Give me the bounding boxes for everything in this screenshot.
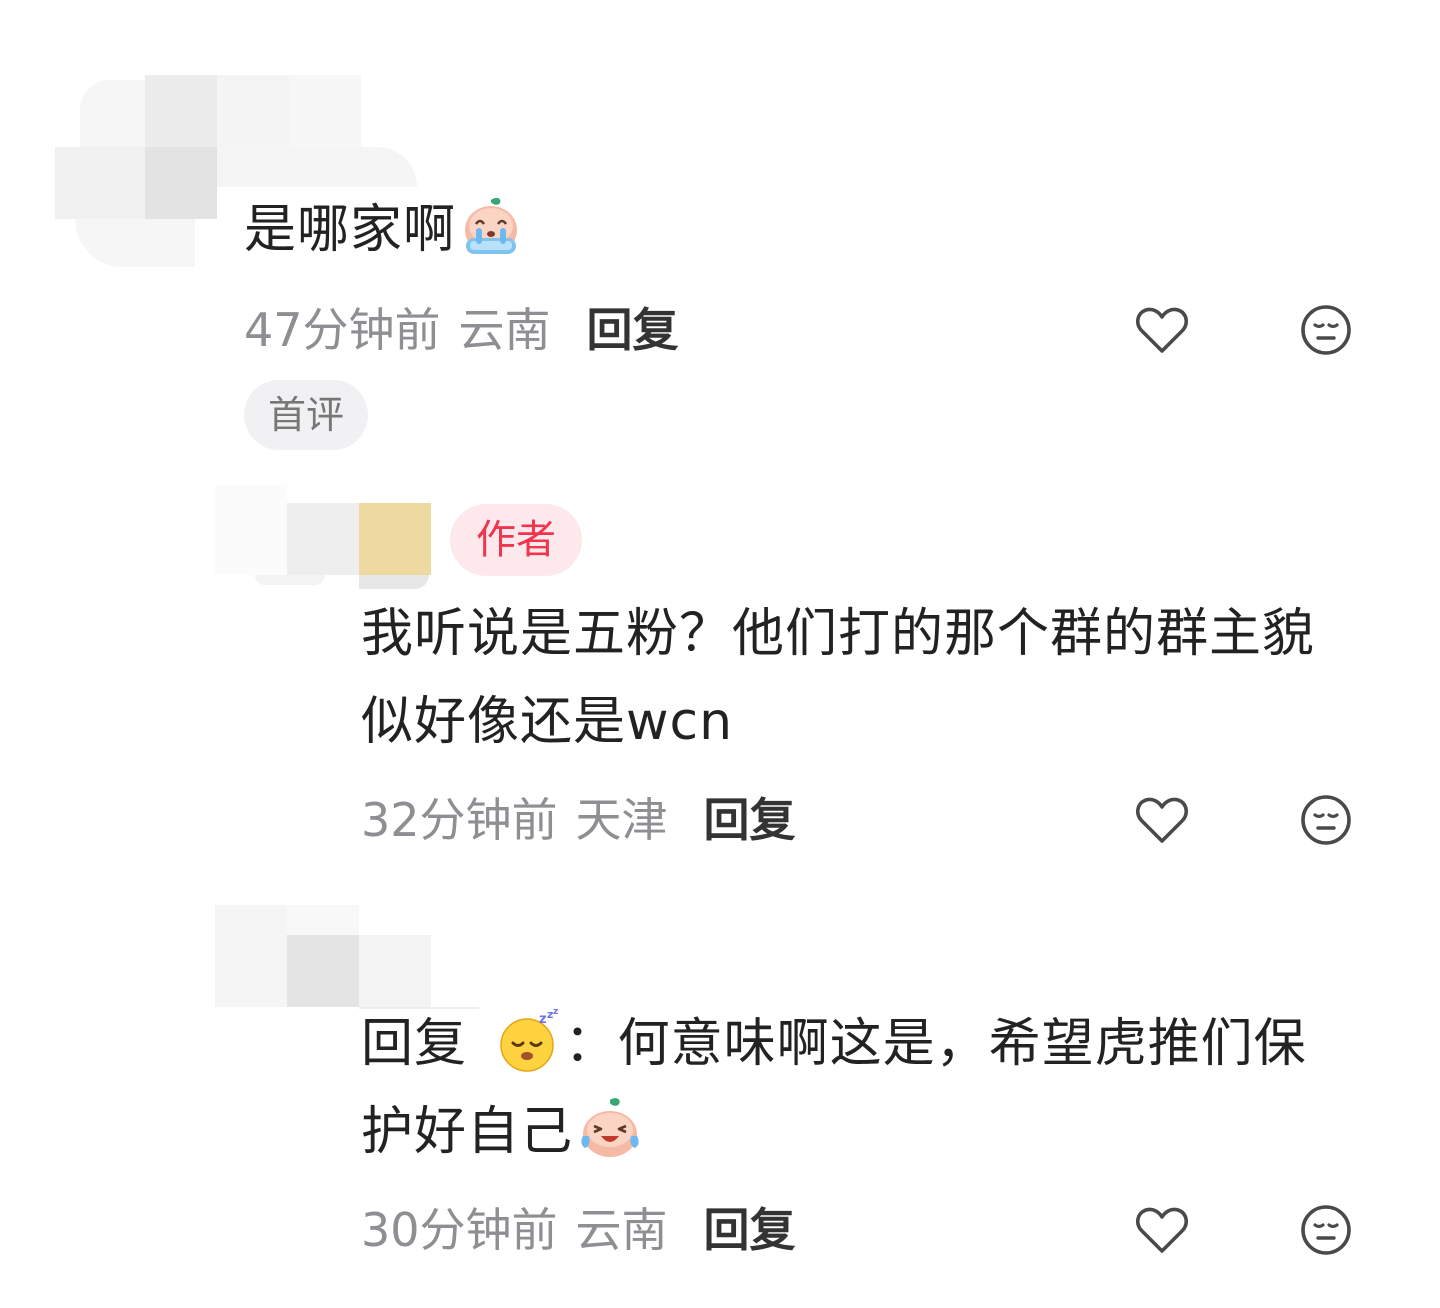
like-button[interactable]	[1132, 790, 1192, 850]
laugh-cry-emoji-icon	[577, 1096, 643, 1162]
svg-text:z: z	[553, 1009, 559, 1017]
dislike-button[interactable]	[1296, 300, 1356, 360]
like-button[interactable]	[1132, 300, 1192, 360]
heart-icon	[1136, 1207, 1188, 1253]
first-comment-tag: 首评	[244, 380, 369, 450]
comment-2-line-1: 我听说是五粉？他们打的那个群的群主貌	[361, 604, 1316, 664]
like-button[interactable]	[1132, 1200, 1192, 1260]
comment-time: 30分钟前	[361, 1203, 558, 1257]
comment-3-text: 回复 z z z ：何意味啊这是，希望虎推们保 护好自己	[361, 1000, 1307, 1176]
dislike-button[interactable]	[1296, 1200, 1356, 1260]
blurred-user-header	[215, 485, 435, 595]
sleepy-emoji-icon[interactable]: z z z	[497, 1009, 561, 1073]
reply-button[interactable]: 回复	[587, 303, 679, 357]
reply-button[interactable]: 回复	[704, 1203, 796, 1257]
comment-3-meta: 30分钟前 云南 回复	[361, 1202, 796, 1258]
reply-button[interactable]: 回复	[704, 793, 796, 847]
crying-emoji-icon	[458, 194, 524, 260]
comment-1-meta: 47分钟前 云南 回复	[244, 302, 679, 358]
reply-prefix: 回复	[361, 1014, 468, 1074]
dislike-button[interactable]	[1296, 790, 1356, 850]
meh-face-icon	[1301, 1205, 1351, 1255]
comment-time: 32分钟前	[361, 793, 558, 847]
comment-2-line-2: 似好像还是wcn	[361, 692, 734, 752]
comment-1-line-1: 是哪家啊	[244, 200, 457, 260]
meh-face-icon	[1301, 305, 1351, 355]
comment-2-meta: 32分钟前 天津 回复	[361, 792, 796, 848]
reply-separator: ：	[564, 1014, 618, 1074]
comment-location: 云南	[575, 1203, 668, 1257]
comment-time: 47分钟前	[244, 303, 441, 357]
heart-icon	[1136, 797, 1188, 843]
comment-3-line-1: 何意味啊这是，希望虎推们保	[617, 1014, 1307, 1074]
heart-icon	[1136, 307, 1188, 353]
comment-location: 天津	[575, 793, 668, 847]
meh-face-icon	[1301, 795, 1351, 845]
author-badge: 作者	[450, 504, 582, 576]
comment-2-text: 我听说是五粉？他们打的那个群的群主貌 似好像还是wcn	[361, 590, 1315, 766]
comment-1-text: 是哪家啊	[244, 186, 524, 274]
comment-location: 云南	[458, 303, 551, 357]
blurred-user-header	[215, 905, 485, 1015]
comment-3-line-2: 护好自己	[361, 1102, 574, 1162]
